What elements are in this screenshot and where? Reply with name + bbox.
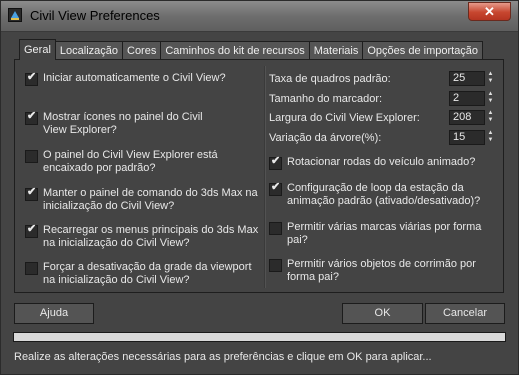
checkbox-box[interactable] [25, 262, 38, 275]
checkbox-label: Configuração de loop da estação da anima… [287, 182, 481, 207]
close-icon: ✕ [484, 3, 495, 19]
tree-variation-spinner[interactable]: 15 ▲ ▼ [449, 130, 495, 145]
explorer-width-input[interactable]: 208 [449, 110, 485, 125]
checkbox-box[interactable]: ✔ [25, 71, 38, 86]
frame-rate-input[interactable]: 25 [449, 71, 485, 86]
checkbox-label: Recarregar os menus principais do 3ds Ma… [43, 224, 259, 249]
tab-localizacao[interactable]: Localização [54, 41, 123, 60]
tree-variation-input[interactable]: 15 [449, 130, 485, 145]
progress-bar [13, 332, 506, 342]
tab-caminhos-kit-recursos[interactable]: Caminhos do kit de recursos [160, 41, 310, 60]
checkbox-rotate-wheels[interactable]: ✔ Rotacionar rodas do veículo animado? [269, 155, 499, 170]
checkbox-box[interactable]: ✔ [269, 181, 282, 196]
field-label-frame-rate: Taxa de quadros padrão: [269, 73, 391, 85]
checkbox-explorer-docked[interactable]: O painel do Civil View Explorer está enc… [25, 149, 225, 175]
checkbox-box[interactable]: ✔ [269, 155, 282, 170]
checkbox-label: Rotacionar rodas do veículo animado? [287, 156, 476, 168]
ok-button[interactable]: OK [342, 303, 423, 324]
window-title: Civil View Preferences [30, 8, 160, 23]
checkmark-icon: ✔ [27, 223, 37, 235]
spin-down-icon[interactable]: ▼ [486, 78, 495, 85]
checkbox-label: O painel do Civil View Explorer está enc… [43, 149, 218, 174]
spin-down-icon[interactable]: ▼ [486, 137, 495, 144]
frame-rate-spinner[interactable]: 25 ▲ ▼ [449, 71, 495, 86]
checkbox-disable-viewport-grid[interactable]: Forçar a desativação da grade da viewpor… [25, 261, 260, 287]
tab-materiais[interactable]: Materiais [308, 41, 364, 60]
checkmark-icon: ✔ [271, 155, 281, 167]
checkbox-label: Manter o painel de comando do 3ds Max na… [43, 187, 258, 212]
tab-strip: Geral Localização Cores Caminhos do kit … [19, 39, 484, 60]
checkbox-label: Mostrar ícones no painel do Civil View E… [43, 111, 203, 136]
general-panel: ✔ Iniciar automaticamente o Civil View? … [14, 59, 504, 293]
help-button[interactable]: Ajuda [14, 303, 94, 324]
checkbox-label: Forçar a desativação da grade da viewpor… [43, 261, 252, 286]
checkbox-show-icons[interactable]: ✔ Mostrar ícones no painel do Civil View… [25, 110, 225, 137]
spin-up-icon[interactable]: ▲ [486, 110, 495, 117]
checkbox-reload-menus[interactable]: ✔ Recarregar os menus principais do 3ds … [25, 223, 260, 250]
explorer-width-spinner[interactable]: 208 ▲ ▼ [449, 110, 495, 125]
checkbox-multiple-road-marks[interactable]: Permitir várias marcas viárias por forma… [269, 221, 489, 247]
spin-up-icon[interactable]: ▲ [486, 71, 495, 78]
status-text: Realize as alterações necessárias para a… [14, 351, 432, 363]
checkmark-icon: ✔ [27, 186, 37, 198]
marker-size-input[interactable]: 2 [449, 91, 485, 106]
tab-geral[interactable]: Geral [19, 39, 56, 60]
checkbox-box[interactable]: ✔ [25, 110, 38, 125]
checkmark-icon: ✔ [27, 110, 37, 122]
preferences-dialog: Civil View Preferences ✕ Geral Localizaç… [0, 0, 519, 375]
spin-down-icon[interactable]: ▼ [486, 98, 495, 105]
column-divider [264, 66, 266, 288]
civil-view-app-icon [8, 8, 22, 22]
spin-up-icon[interactable]: ▲ [486, 91, 495, 98]
checkbox-multiple-railing-objects[interactable]: Permitir vários objetos de corrimão por … [269, 258, 489, 284]
marker-size-spinner[interactable]: 2 ▲ ▼ [449, 91, 495, 106]
checkmark-icon: ✔ [271, 181, 281, 193]
spin-up-icon[interactable]: ▲ [486, 130, 495, 137]
checkbox-animation-loop[interactable]: ✔ Configuração de loop da estação da ani… [269, 181, 499, 208]
checkbox-label: Iniciar automaticamente o Civil View? [43, 72, 226, 84]
field-label-marker-size: Tamanho do marcador: [269, 93, 383, 105]
checkbox-box[interactable]: ✔ [25, 223, 38, 238]
field-label-explorer-width: Largura do Civil View Explorer: [269, 112, 420, 124]
title-bar[interactable]: Civil View Preferences ✕ [1, 1, 518, 32]
checkbox-box[interactable] [269, 222, 282, 235]
checkbox-box[interactable] [25, 150, 38, 163]
checkmark-icon: ✔ [27, 71, 37, 83]
checkbox-box[interactable] [269, 259, 282, 272]
close-button[interactable]: ✕ [468, 2, 511, 21]
checkbox-label: Permitir vários objetos de corrimão por … [287, 258, 476, 283]
tab-cores[interactable]: Cores [122, 41, 162, 60]
checkbox-auto-start[interactable]: ✔ Iniciar automaticamente o Civil View? [25, 71, 260, 86]
checkbox-box[interactable]: ✔ [25, 186, 38, 201]
checkbox-label: Permitir várias marcas viárias por forma… [287, 221, 482, 246]
field-label-tree-variation: Variação da árvore(%): [269, 132, 382, 144]
spin-down-icon[interactable]: ▼ [486, 117, 495, 124]
checkbox-keep-command-panel[interactable]: ✔ Manter o painel de comando do 3ds Max … [25, 186, 260, 213]
cancel-button[interactable]: Cancelar [425, 303, 505, 324]
tab-opcoes-importacao[interactable]: Opções de importação [362, 41, 484, 60]
